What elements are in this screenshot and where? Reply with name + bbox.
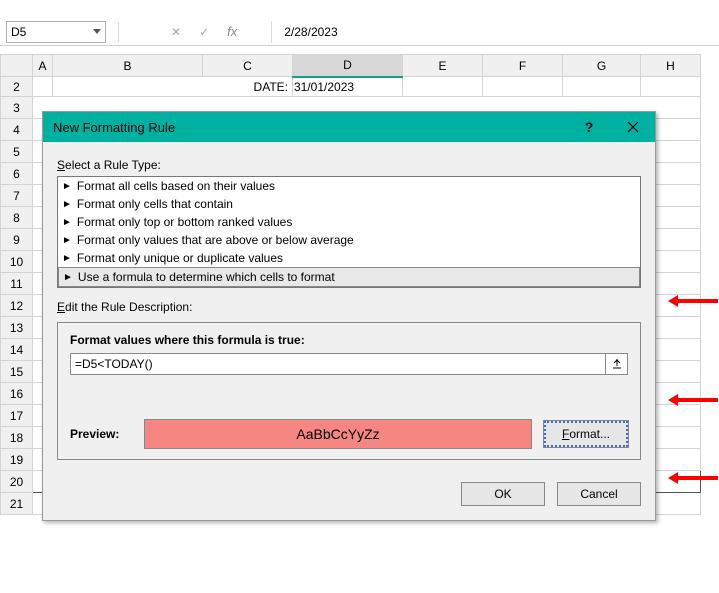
edit-rule-description-label: Edit the Rule Description:	[57, 300, 192, 314]
close-button[interactable]	[611, 112, 655, 142]
col-header[interactable]: E	[403, 55, 483, 77]
date-banner-value: 31/01/2023	[293, 77, 403, 97]
fx-icon[interactable]: fx	[227, 24, 237, 39]
formula-label: Format values where this formula is true…	[70, 333, 628, 347]
col-header[interactable]: B	[53, 55, 203, 77]
date-banner-label: DATE:	[53, 77, 293, 97]
rule-type-item-selected[interactable]: ►Use a formula to determine which cells …	[58, 267, 640, 287]
name-box-value: D5	[11, 25, 26, 39]
annotation-arrow	[668, 472, 718, 484]
close-icon	[627, 121, 639, 133]
format-button[interactable]: Format...	[544, 421, 628, 447]
cancel-icon[interactable]: ✕	[171, 25, 181, 39]
select-all-corner[interactable]	[1, 55, 33, 77]
collapse-dialog-button[interactable]	[606, 353, 628, 375]
select-rule-type-label: Select a Rule Type:	[57, 158, 161, 172]
new-formatting-rule-dialog: New Formatting Rule ? Select a Rule Type…	[42, 111, 656, 521]
dropdown-icon[interactable]	[93, 29, 101, 34]
col-header[interactable]: G	[563, 55, 641, 77]
dialog-title: New Formatting Rule	[53, 120, 175, 135]
edit-rule-panel: Format values where this formula is true…	[57, 322, 641, 460]
col-header[interactable]: C	[203, 55, 293, 77]
enter-icon[interactable]: ✓	[199, 25, 209, 39]
ok-button[interactable]: OK	[461, 482, 545, 506]
dialog-titlebar[interactable]: New Formatting Rule ?	[43, 112, 655, 142]
preview-label: Preview:	[70, 427, 132, 441]
formula-bar: D5 ✕ ✓ fx 2/28/2023	[0, 18, 719, 46]
formula-controls: ✕ ✓ fx	[171, 24, 237, 39]
rule-type-item[interactable]: ►Format only cells that contain	[58, 195, 640, 213]
name-box[interactable]: D5	[6, 21, 106, 43]
collapse-icon	[612, 359, 622, 369]
col-header[interactable]: F	[483, 55, 563, 77]
col-header[interactable]: H	[641, 55, 701, 77]
formula-input[interactable]: =D5<TODAY()	[70, 353, 606, 375]
col-header[interactable]: A	[33, 55, 53, 77]
rule-type-item[interactable]: ►Format all cells based on their values	[58, 177, 640, 195]
preview-box: AaBbCcYyZz	[144, 419, 532, 449]
row-header[interactable]: 2	[1, 77, 33, 97]
cancel-button[interactable]: Cancel	[557, 482, 641, 506]
annotation-arrow	[668, 295, 718, 307]
annotation-arrow	[668, 394, 718, 406]
help-button[interactable]: ?	[567, 112, 611, 142]
rule-type-item[interactable]: ►Format only top or bottom ranked values	[58, 213, 640, 231]
formula-bar-input[interactable]: 2/28/2023	[271, 21, 719, 43]
rule-type-list[interactable]: ►Format all cells based on their values …	[57, 176, 641, 288]
rule-type-item[interactable]: ►Format only unique or duplicate values	[58, 249, 640, 267]
col-header[interactable]: D	[293, 55, 403, 77]
rule-type-item[interactable]: ►Format only values that are above or be…	[58, 231, 640, 249]
